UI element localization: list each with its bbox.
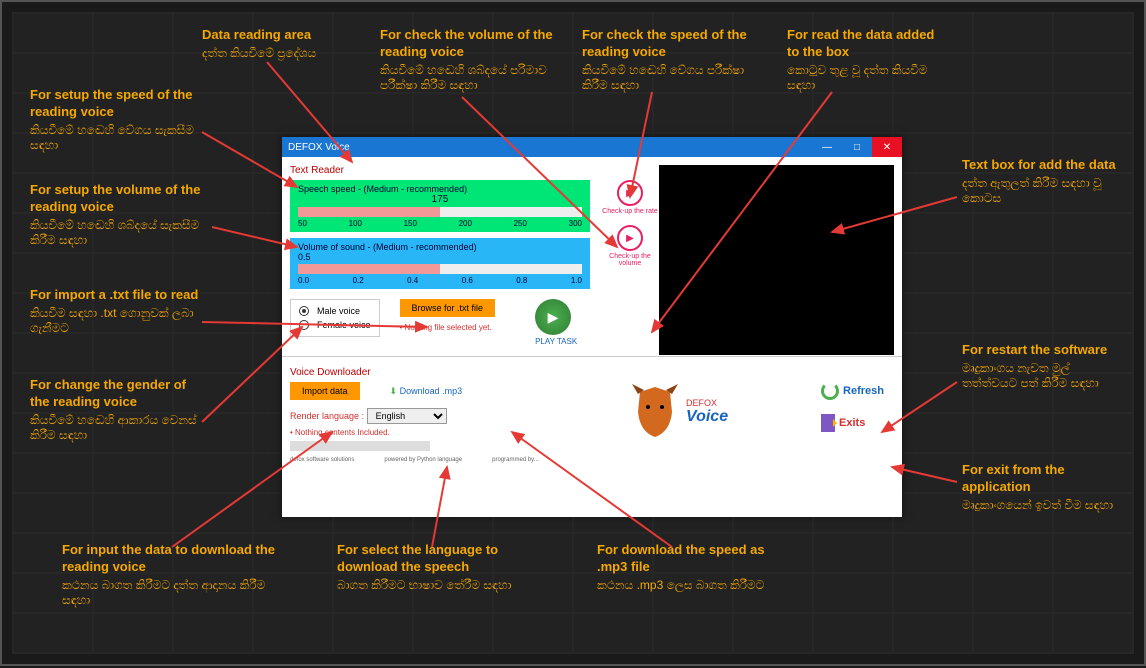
import-data-button[interactable]: Import data	[290, 382, 360, 400]
app-window: DEFOX Voice — □ ✕ Text Reader Speech spe…	[282, 137, 902, 517]
annotation-change-gender: For change the gender of the reading voi…	[30, 377, 200, 444]
annotation-text-box: Text box for add the dataදත්ත ඇතුලත් කිර…	[962, 157, 1122, 207]
nothing-contents-note: • Nothing contents Included.	[290, 428, 570, 437]
volume-value: 0.5	[298, 252, 582, 262]
check-rate-label: Check-up the rate	[600, 208, 660, 215]
window-title: DEFOX Voice	[288, 142, 350, 153]
male-voice-radio[interactable]: Male voice	[299, 304, 371, 318]
annotation-setup-volume: For setup the volume of the reading voic…	[30, 182, 210, 249]
minimize-icon[interactable]: —	[812, 137, 842, 157]
exit-button[interactable]: Exits	[821, 414, 884, 432]
browse-txt-button[interactable]: Browse for .txt file	[400, 299, 496, 317]
refresh-button[interactable]: Refresh	[821, 382, 884, 400]
footer-credits: defox software solutionspowered by Pytho…	[290, 457, 894, 463]
check-volume-button[interactable]: ▶	[617, 225, 643, 251]
maximize-icon[interactable]: □	[842, 137, 872, 157]
annotation-data-reading: Data reading areaදත්ත කියවීමේ ප්‍රදේශය	[202, 27, 316, 61]
speed-panel: Speech speed - (Medium - recommended) 17…	[290, 180, 590, 232]
logo-text: DEFOX Voice	[686, 398, 728, 426]
annotation-restart: For restart the softwareමෘදුකාංගය නැවත ම…	[962, 342, 1122, 392]
render-lang-label: Render language :	[290, 411, 364, 421]
speed-slider[interactable]	[298, 207, 582, 217]
close-icon[interactable]: ✕	[872, 137, 902, 157]
annotation-check-volume: For check the volume of the reading voic…	[380, 27, 560, 94]
progress-bar	[290, 441, 430, 451]
volume-label: Volume of sound - (Medium - recommended)	[298, 242, 582, 252]
volume-panel: Volume of sound - (Medium - recommended)…	[290, 238, 590, 289]
check-volume-label: Check-up the volume	[600, 253, 660, 267]
text-input-area[interactable]	[659, 165, 894, 355]
voice-downloader-label: Voice Downloader	[290, 367, 894, 378]
fox-logo-icon	[630, 382, 680, 442]
annotation-input-download: For input the data to download the readi…	[62, 542, 292, 609]
annotation-import-txt: For import a .txt file to readකියවීම සඳහ…	[30, 287, 200, 337]
annotation-select-lang: For select the language to download the …	[337, 542, 557, 593]
download-mp3-link[interactable]: ⬇ Download .mp3	[390, 386, 463, 397]
play-task-label: PLAY TASK	[535, 337, 577, 346]
volume-ticks: 0.00.20.40.60.81.0	[298, 276, 582, 285]
volume-slider[interactable]	[298, 264, 582, 274]
annotation-read-data: For read the data added to the boxකොටුව …	[787, 27, 947, 94]
annotation-check-speed: For check the speed of the reading voice…	[582, 27, 762, 94]
annotation-exit: For exit from the applicationමෘදුකාංගයෙන…	[962, 462, 1122, 513]
refresh-icon	[821, 382, 839, 400]
speed-value: 175	[298, 194, 582, 205]
nothing-file-note: • Nothing file selected yet.	[400, 323, 496, 332]
language-select[interactable]: English	[367, 408, 447, 424]
female-voice-radio[interactable]: Female voice	[299, 318, 371, 332]
speed-label: Speech speed - (Medium - recommended)	[298, 184, 582, 194]
titlebar[interactable]: DEFOX Voice — □ ✕	[282, 137, 902, 157]
exit-icon	[821, 414, 835, 432]
speed-ticks: 50100150200250300	[298, 219, 582, 228]
play-task-button[interactable]: ▶	[535, 299, 571, 335]
check-rate-button[interactable]: ▶	[617, 180, 643, 206]
annotation-download-mp3: For download the speed as .mp3 fileකථනය …	[597, 542, 797, 593]
annotation-setup-speed: For setup the speed of the reading voice…	[30, 87, 200, 154]
